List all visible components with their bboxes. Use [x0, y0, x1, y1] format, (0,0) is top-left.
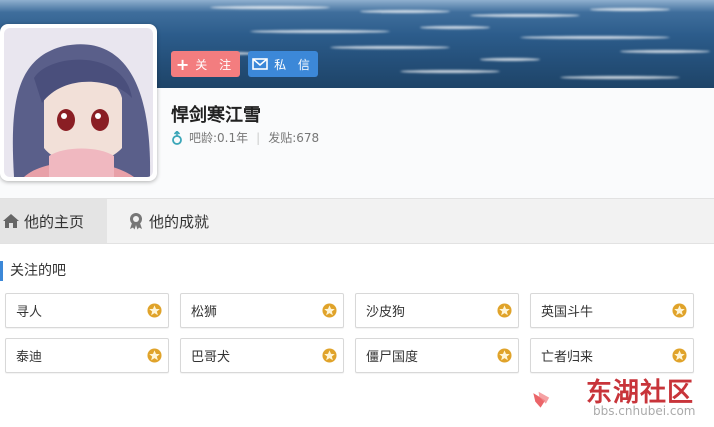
star-icon: [672, 348, 687, 363]
star-icon: [147, 303, 162, 318]
gender-male-icon: [172, 130, 182, 145]
forum-name: 亡者归来: [541, 350, 594, 365]
follow-button[interactable]: + 关 注: [171, 51, 240, 77]
avatar-image: [4, 28, 153, 177]
avatar[interactable]: [0, 24, 157, 181]
profile-meta: 吧龄:0.1年 | 发贴:678: [171, 129, 319, 146]
profile-tabs: 他的主页 他的成就: [0, 198, 714, 244]
plus-icon: +: [175, 54, 190, 74]
star-icon: [672, 303, 687, 318]
forum-name: 英国斗牛: [541, 305, 594, 320]
star-icon: [497, 348, 512, 363]
forum-name: 沙皮狗: [366, 305, 406, 320]
watermark-logo-icon: [533, 391, 550, 408]
watermark-url: bbs.cnhubei.com: [593, 404, 696, 418]
forum-item[interactable]: 沙皮狗: [355, 293, 519, 328]
forum-name: 泰迪: [16, 350, 43, 365]
forum-name: 巴哥犬: [191, 350, 231, 365]
forum-name: 松狮: [191, 305, 218, 320]
forum-item[interactable]: 英国斗牛: [530, 293, 694, 328]
star-icon: [322, 348, 337, 363]
username: 悍剑寒江雪: [171, 105, 261, 126]
star-icon: [147, 348, 162, 363]
forum-item[interactable]: 松狮: [180, 293, 344, 328]
tab-home[interactable]: 他的主页: [0, 199, 107, 243]
forum-item[interactable]: 僵尸国度: [355, 338, 519, 373]
forum-item[interactable]: 亡者归来: [530, 338, 694, 373]
star-icon: [322, 303, 337, 318]
post-count: 发贴:678: [268, 131, 320, 145]
star-icon: [497, 303, 512, 318]
forum-item[interactable]: 巴哥犬: [180, 338, 344, 373]
home-icon: [3, 214, 19, 228]
message-button[interactable]: 私 信: [248, 51, 318, 77]
tab-achievements[interactable]: 他的成就: [127, 199, 209, 243]
forum-name: 寻人: [16, 305, 43, 320]
meta-divider: |: [256, 130, 261, 145]
forum-age: 吧龄:0.1年: [189, 131, 249, 145]
forum-name: 僵尸国度: [366, 350, 419, 365]
envelope-icon: [252, 58, 268, 70]
section-title: 关注的吧: [0, 261, 66, 281]
forum-item[interactable]: 泰迪: [5, 338, 169, 373]
forum-item[interactable]: 寻人: [5, 293, 169, 328]
medal-icon: [130, 213, 142, 230]
